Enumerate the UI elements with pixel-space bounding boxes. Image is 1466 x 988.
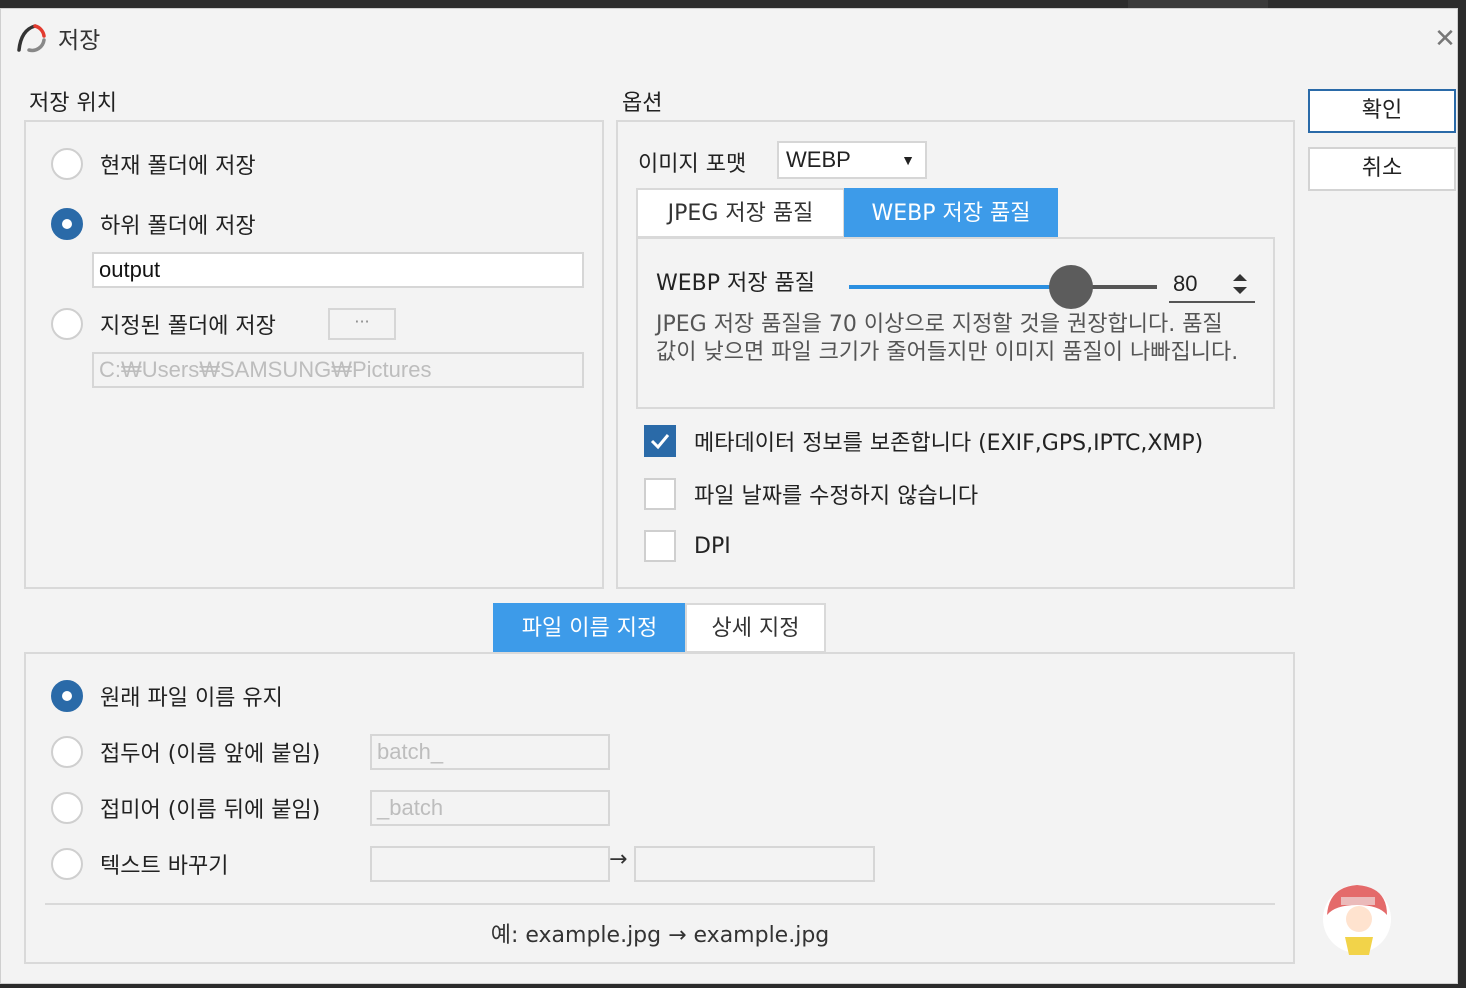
checkbox-label: 파일 날짜를 수정하지 않습니다 [694,484,979,509]
checkbox-label: DPI [694,533,731,559]
checkbox[interactable] [644,478,676,510]
radio-label: 현재 폴더에 저장 [100,154,256,179]
checkbox[interactable] [644,530,676,562]
spin-arrows-icon[interactable] [1231,271,1249,297]
radio-button[interactable] [51,680,83,712]
radio-button[interactable] [51,148,83,180]
check-keep-file-date[interactable]: 파일 날짜를 수정하지 않습니다 [644,478,978,510]
radio-keep-original-name[interactable]: 원래 파일 이름 유지 [51,680,283,712]
radio-replace-text[interactable]: 텍스트 바꾸기 [51,848,228,880]
radio-button[interactable] [51,736,83,768]
cancel-button[interactable]: 취소 [1308,147,1456,191]
radio-label: 하위 폴더에 저장 [100,214,256,239]
image-format-label: 이미지 포맷 [638,152,747,177]
tab-jpeg-quality[interactable]: JPEG 저장 품질 [636,188,845,238]
app-logo-icon [15,22,47,54]
radio-label: 접미어 (이름 뒤에 붙임) [100,798,321,823]
title-bar: 저장 ✕ [1,9,1457,65]
radio-subfolder[interactable]: 하위 폴더에 저장 [51,208,256,240]
prefix-input[interactable]: batch_ [370,734,610,770]
image-format-select[interactable]: WEBP ▼ [777,141,927,179]
image-format-value: WEBP [786,147,851,172]
save-dialog: 저장 ✕ 저장 위치 현재 폴더에 저장 하위 폴더에 저장 output 지정… [0,8,1458,984]
radio-label: 원래 파일 이름 유지 [100,686,283,711]
suffix-input[interactable]: _batch [370,790,610,826]
subfolder-name-input[interactable]: output [92,252,584,288]
radio-specified-folder[interactable]: 지정된 폴더에 저장 [51,308,276,340]
quality-slider-track[interactable] [849,285,1157,289]
chevron-down-icon: ▼ [901,152,915,168]
folder-path-input[interactable]: C:₩Users₩SAMSUNG₩Pictures [92,352,584,388]
radio-label: 텍스트 바꾸기 [100,854,229,879]
mascot-sticker-icon [1321,875,1393,957]
checkbox[interactable] [644,425,676,457]
radio-label: 접두어 (이름 앞에 붙임) [100,742,321,767]
check-preserve-metadata[interactable]: 메타데이터 정보를 보존합니다 (EXIF,GPS,IPTC,XMP) [644,425,1203,457]
tab-webp-quality[interactable]: WEBP 저장 품질 [844,188,1058,238]
radio-button[interactable] [51,208,83,240]
browse-folder-button[interactable]: ··· [328,308,396,340]
quality-label: WEBP 저장 품질 [656,271,815,296]
replace-to-input[interactable] [634,846,875,882]
filename-example: 예: example.jpg → example.jpg [490,923,830,948]
quality-slider-thumb[interactable] [1048,265,1093,309]
radio-label: 지정된 폴더에 저장 [100,314,276,339]
check-dpi[interactable]: DPI [644,530,731,562]
options-heading: 옵션 [622,91,663,116]
radio-suffix[interactable]: 접미어 (이름 뒤에 붙임) [51,792,320,824]
tab-file-naming[interactable]: 파일 이름 지정 [493,603,686,653]
radio-button[interactable] [51,308,83,340]
quality-value: 80 [1173,271,1198,296]
dialog-title: 저장 [58,28,101,54]
naming-divider [45,903,1275,905]
quality-spinbox[interactable]: 80 [1169,269,1255,303]
quality-description: JPEG 저장 품질을 70 이상으로 지정할 것을 권장합니다. 품질 값이 … [656,312,1239,365]
checkbox-label: 메타데이터 정보를 보존합니다 (EXIF,GPS,IPTC,XMP) [694,431,1204,456]
quality-slider-fill [849,285,1071,289]
radio-prefix[interactable]: 접두어 (이름 앞에 붙임) [51,736,320,768]
right-arrow-icon: → [609,847,628,872]
radio-button[interactable] [51,848,83,880]
radio-current-folder[interactable]: 현재 폴더에 저장 [51,148,256,180]
radio-button[interactable] [51,792,83,824]
ok-button[interactable]: 확인 [1308,89,1456,133]
tab-detail-settings[interactable]: 상세 지정 [685,603,826,653]
close-icon[interactable]: ✕ [1431,25,1459,53]
save-location-heading: 저장 위치 [29,91,117,116]
replace-from-input[interactable] [370,846,610,882]
